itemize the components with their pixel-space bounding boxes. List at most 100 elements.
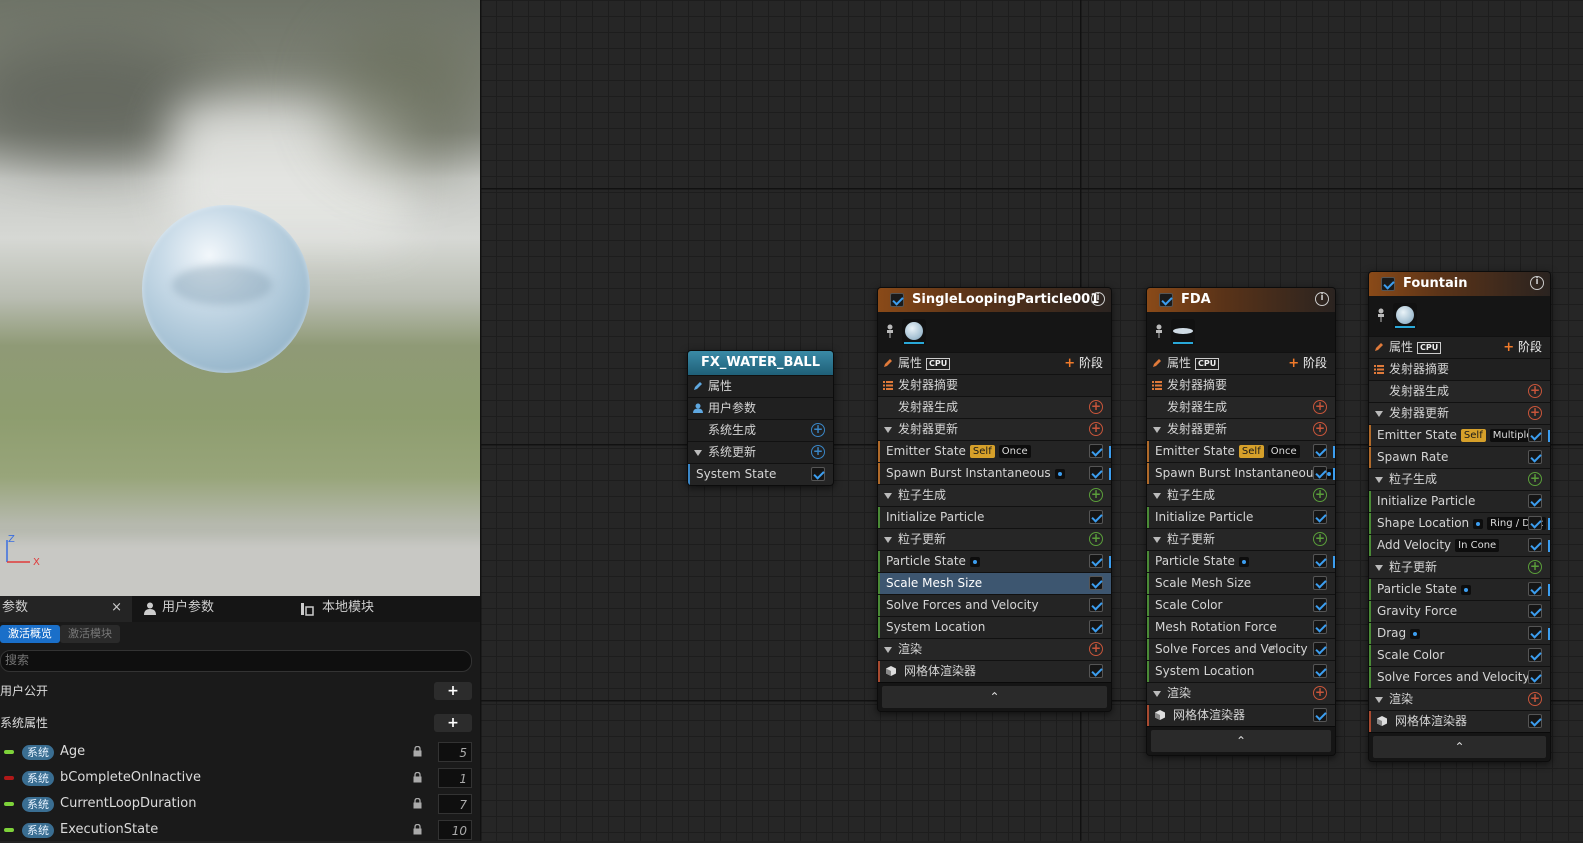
system-overview-graph[interactable]: FX_WATER_BALL 属性 用户参数 系统生成 + 系统更新 + Syst… [480,0,1583,841]
emitter-properties-row[interactable]: 属性 CPU + 阶段 [1369,336,1550,358]
collapse-triangle-icon[interactable] [1375,565,1383,571]
add-user-parameter-button[interactable]: + [434,682,472,700]
collapse-triangle-icon[interactable] [1375,411,1383,417]
add-module-icon[interactable]: + [1089,422,1103,436]
emitter-summary-row[interactable]: 发射器摘要 [878,374,1111,396]
module-enabled-checkbox[interactable] [1313,620,1327,634]
module-enabled-checkbox[interactable] [1089,576,1103,590]
module-row[interactable]: Particle State [1147,550,1335,572]
parameter-pin-icon[interactable] [1410,628,1421,639]
module-enabled-checkbox[interactable] [1528,714,1542,728]
parameter-name[interactable]: ExecutionState [60,822,158,837]
parameter-pin-icon[interactable] [1054,468,1065,479]
render-row[interactable]: 渲染 + [1147,682,1335,704]
emitter-enabled-checkbox[interactable] [1159,293,1173,307]
module-row[interactable]: Solve Forces and Velocity [1369,666,1550,688]
parameter-pin-icon[interactable] [1460,584,1471,595]
parameter-name[interactable]: Age [60,744,85,759]
system-spawn-row[interactable]: 系统生成 + [688,419,833,441]
collapse-triangle-icon[interactable] [884,493,892,499]
module-enabled-checkbox[interactable] [1313,642,1327,656]
module-row[interactable]: Solve Forces and Velocity [878,594,1111,616]
module-enabled-checkbox[interactable] [1089,510,1103,524]
particle-update-row[interactable]: 粒子更新 + [878,528,1111,550]
emitter-update-row[interactable]: 发射器更新 + [1369,402,1550,424]
tab-parameters[interactable]: 参数 × [0,596,132,622]
system-properties-row[interactable]: 属性 [688,375,833,397]
module-row[interactable]: Spawn Burst Instantaneous [878,462,1111,484]
module-enabled-checkbox[interactable] [1528,538,1542,552]
module-row[interactable]: Particle State [1369,578,1550,600]
module-enabled-checkbox[interactable] [1089,598,1103,612]
renderer-thumbnail[interactable] [1393,303,1417,329]
collapse-node-button[interactable]: ⌃ [1151,730,1331,752]
collapse-triangle-icon[interactable] [884,647,892,653]
module-row[interactable]: Drag [1369,622,1550,644]
mesh-renderer-row[interactable]: 网格体渲染器 [1369,710,1550,732]
info-icon[interactable]: i [1530,276,1544,290]
emitter-header[interactable]: FDA i [1147,288,1335,312]
module-row[interactable]: Emitter State Self Once [1147,440,1335,462]
collapse-triangle-icon[interactable] [1153,427,1161,433]
emitter-header[interactable]: Fountain i [1369,272,1550,296]
parameter-pin-icon[interactable] [1473,518,1484,529]
add-module-icon[interactable]: + [1313,400,1327,414]
module-system-state[interactable]: System State [688,463,833,485]
emitter-node[interactable]: SingleLoopingParticle001 i 属性 CPU + 阶段 发射器摘要发… [877,287,1112,712]
module-enabled-checkbox[interactable] [1089,466,1103,480]
collapse-triangle-icon[interactable] [884,427,892,433]
emitter-update-row[interactable]: 发射器更新 + [878,418,1111,440]
particle-spawn-row[interactable]: 粒子生成 + [1369,468,1550,490]
emitter-enabled-checkbox[interactable] [1381,277,1395,291]
module-row[interactable]: Solve Forces and Velocity ↶ [1147,638,1335,660]
renderer-thumbnail[interactable] [902,319,926,345]
module-enabled-checkbox[interactable] [1313,444,1327,458]
parameter-name[interactable]: bCompleteOnInactive [60,770,201,785]
particle-update-row[interactable]: 粒子更新 + [1369,556,1550,578]
emitter-header[interactable]: SingleLoopingParticle001 i [878,288,1111,312]
tab-local-modules[interactable]: 本地模块 [300,596,450,622]
render-row[interactable]: 渲染 + [1369,688,1550,710]
emitter-node[interactable]: FDA i 属性 CPU + 阶段 发射器摘要 发射器生成 + 发射器更新 + Emitter St… [1146,287,1336,756]
emitter-summary-row[interactable]: 发射器摘要 [1147,374,1335,396]
module-enabled-checkbox[interactable] [1089,664,1103,678]
module-enabled-checkbox[interactable] [1313,708,1327,722]
add-system-parameter-button[interactable]: + [434,714,472,732]
emitter-node[interactable]: Fountain i 属性 CPU + 阶段 发射器摘要 发射器生成 + 发射器更新 + Emitt… [1368,271,1551,762]
module-enabled-checkbox[interactable] [1528,494,1542,508]
parameter-name[interactable]: CurrentLoopDuration [60,796,196,811]
parameter-value[interactable]: 10 [438,820,472,840]
module-enabled-checkbox[interactable] [1528,582,1542,596]
emitter-spawn-row[interactable]: 发射器生成 + [1369,380,1550,402]
particle-update-row[interactable]: 粒子更新 + [1147,528,1335,550]
collapse-triangle-icon[interactable] [694,450,702,456]
module-enabled-checkbox[interactable] [1528,648,1542,662]
particle-spawn-row[interactable]: 粒子生成 + [878,484,1111,506]
renderer-thumbnail[interactable] [1171,319,1195,345]
emitter-summary-row[interactable]: 发射器摘要 [1369,358,1550,380]
particle-spawn-row[interactable]: 粒子生成 + [1147,484,1335,506]
module-row[interactable]: System Location [1147,660,1335,682]
chip-active-overview[interactable]: 激活概览 [0,625,60,643]
preview-viewport[interactable]: Z X [0,0,480,596]
collapse-triangle-icon[interactable] [1375,697,1383,703]
system-node-title[interactable]: FX_WATER_BALL [688,351,833,375]
mesh-renderer-row[interactable]: 网格体渲染器 [1147,704,1335,726]
info-icon[interactable]: i [1091,292,1105,306]
pin-icon[interactable] [886,324,894,338]
reset-icon[interactable]: ↶ [1268,639,1277,660]
add-module-icon[interactable]: + [1313,488,1327,502]
module-enabled-checkbox[interactable] [1313,598,1327,612]
parameter-value[interactable]: 1 [438,768,472,788]
module-enabled-checkbox[interactable] [1313,576,1327,590]
parameter-value[interactable]: 7 [438,794,472,814]
module-enabled-checkbox[interactable] [1089,444,1103,458]
emitter-title[interactable]: FDA [1181,288,1211,312]
module-row[interactable]: Spawn Burst Instantaneous [1147,462,1335,484]
module-enabled-checkbox[interactable] [1313,510,1327,524]
add-module-icon[interactable]: + [1528,384,1542,398]
module-row[interactable]: Emitter State Self Multiple [1369,424,1550,446]
module-enabled-checkbox[interactable] [1528,670,1542,684]
module-row[interactable]: Spawn Rate [1369,446,1550,468]
add-module-icon[interactable]: + [1528,692,1542,706]
